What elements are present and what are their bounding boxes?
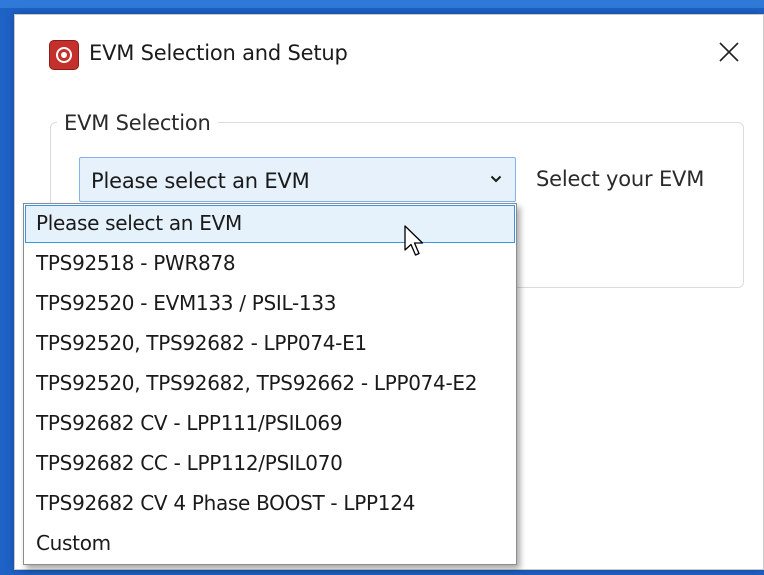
dropdown-option-pwr878[interactable]: TPS92518 - PWR878	[25, 245, 515, 283]
close-icon	[719, 42, 739, 62]
dropdown-option-evm133[interactable]: TPS92520 - EVM133 / PSIL-133	[25, 285, 515, 323]
dropdown-option-custom[interactable]: Custom	[25, 525, 515, 563]
title-bar[interactable]: EVM Selection and Setup	[15, 15, 763, 87]
evm-selection-legend: EVM Selection	[57, 111, 218, 135]
dropdown-option-lpp124[interactable]: TPS92682 CV 4 Phase BOOST - LPP124	[25, 485, 515, 523]
select-evm-hint: Select your EVM	[536, 167, 705, 191]
evm-select-combobox[interactable]: Please select an EVM	[79, 157, 516, 202]
dropdown-option-please-select[interactable]: Please select an EVM	[25, 205, 515, 243]
evm-dropdown-list[interactable]: Please select an EVM TPS92518 - PWR878 T…	[23, 203, 517, 565]
app-logo-dot	[61, 52, 67, 58]
close-button[interactable]	[709, 35, 749, 71]
app-logo-icon	[49, 40, 79, 70]
mouse-pointer-icon	[404, 225, 424, 256]
evm-setup-dialog: EVM Selection and Setup EVM Selection Pl…	[14, 14, 764, 570]
chevron-down-icon	[490, 175, 502, 183]
dropdown-option-lpp074-e1[interactable]: TPS92520, TPS92682 - LPP074-E1	[25, 325, 515, 363]
dropdown-option-lpp074-e2[interactable]: TPS92520, TPS92682, TPS92662 - LPP074-E2	[25, 365, 515, 403]
dropdown-option-lpp111[interactable]: TPS92682 CV - LPP111/PSIL069	[25, 405, 515, 443]
evm-select-value: Please select an EVM	[91, 169, 310, 193]
window-title: EVM Selection and Setup	[89, 41, 348, 65]
dropdown-option-lpp112[interactable]: TPS92682 CC - LPP112/PSIL070	[25, 445, 515, 483]
